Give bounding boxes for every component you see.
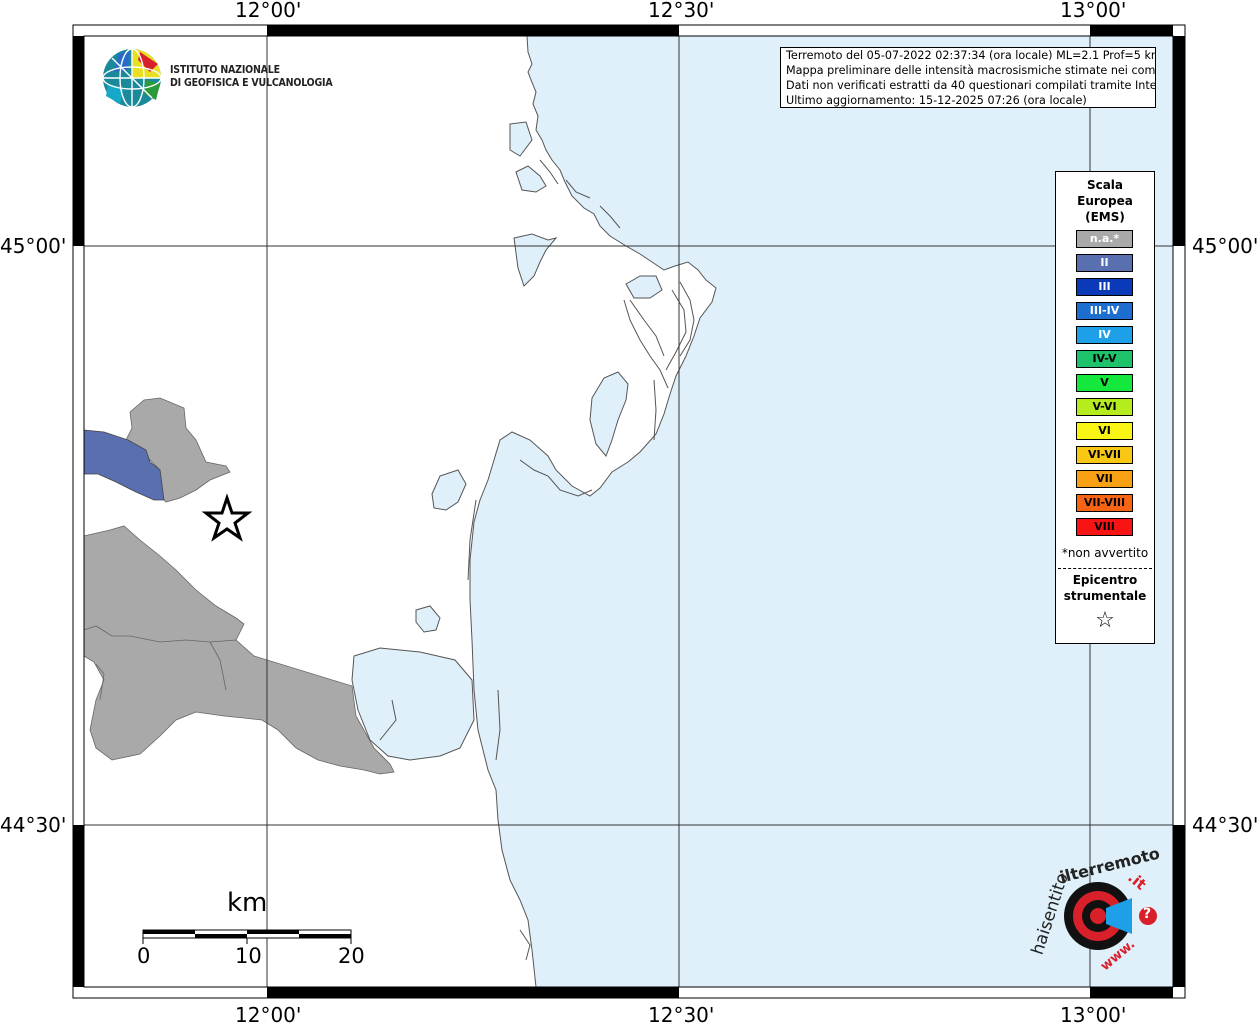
legend-item: V-VI (1076, 398, 1133, 416)
top-label-12-00: 12°00' (235, 0, 302, 22)
legend-epicentre-label: Epicentro strumentale (1056, 572, 1154, 604)
legend-item: VI-VII (1076, 446, 1133, 464)
legend-item: IV-V (1076, 350, 1133, 368)
top-label-13-00: 13°00' (1060, 0, 1127, 22)
legend-item: VI (1076, 422, 1133, 440)
legend-item: VII (1076, 470, 1133, 488)
legend-title-line2: Europea (1077, 194, 1133, 208)
info-line-update: Ultimo aggiornamento: 15-12-2025 07:26 (… (786, 94, 1087, 107)
bottom-label-12-30: 12°30' (648, 1003, 715, 1027)
institute-name: ISTITUTO NAZIONALE DI GEOFISICA E VULCAN… (170, 64, 333, 90)
legend-title-line3: (EMS) (1085, 210, 1125, 224)
legend-epicentre-line2: strumentale (1063, 589, 1147, 603)
legend-item: IV (1076, 326, 1133, 344)
legend-epicentre-line1: Epicentro (1072, 573, 1138, 587)
legend-item: VIII (1076, 518, 1133, 536)
info-line-event: Terremoto del 05-07-2022 02:37:34 (ora l… (786, 49, 1156, 62)
legend-item: n.a.* (1076, 230, 1133, 248)
legend-star-icon: ☆ (1095, 608, 1115, 633)
bottom-label-13-00: 13°00' (1060, 1003, 1127, 1027)
haisentito-question-mark: ? (1143, 906, 1152, 922)
info-line-map: Mappa preliminare delle intensità macros… (786, 64, 1156, 77)
right-label-45-00: 45°00' (1192, 234, 1257, 258)
left-label-45-00: 45°00' (0, 234, 67, 258)
right-label-44-30: 44°30' (1192, 813, 1257, 837)
legend-item: VII-VIII (1076, 494, 1133, 512)
scale-unit: km (227, 888, 268, 918)
left-label-44-30: 44°30' (0, 813, 67, 837)
scale-label-10: 10 (235, 944, 262, 968)
institute-name-line1: ISTITUTO NAZIONALE (170, 64, 280, 76)
legend-item: III (1076, 278, 1133, 296)
bottom-label-12-00: 12°00' (235, 1003, 302, 1027)
scale-label-20: 20 (338, 944, 365, 968)
scale-label-0: 0 (137, 944, 151, 968)
info-line-data: Dati non verificati estratti da 40 quest… (786, 79, 1156, 92)
top-label-12-30: 12°30' (648, 0, 715, 22)
legend-item: V (1076, 374, 1133, 392)
legend-item: III-IV (1076, 302, 1133, 320)
institute-name-line2: DI GEOFISICA E VULCANOLOGIA (170, 77, 333, 89)
legend-title-line1: Scala (1086, 178, 1124, 192)
earthquake-info-box: Terremoto del 05-07-2022 02:37:34 (ora l… (780, 47, 1156, 108)
ingv-logo-icon (102, 48, 162, 108)
legend-divider (1058, 568, 1152, 569)
legend-title: Scala Europea (EMS) (1056, 177, 1154, 225)
legend-note: *non avvertito (1061, 546, 1149, 560)
legend-item: II (1076, 254, 1133, 272)
ems-legend: Scala Europea (EMS) n.a.* II III III-IV IV IV… (1055, 171, 1155, 644)
